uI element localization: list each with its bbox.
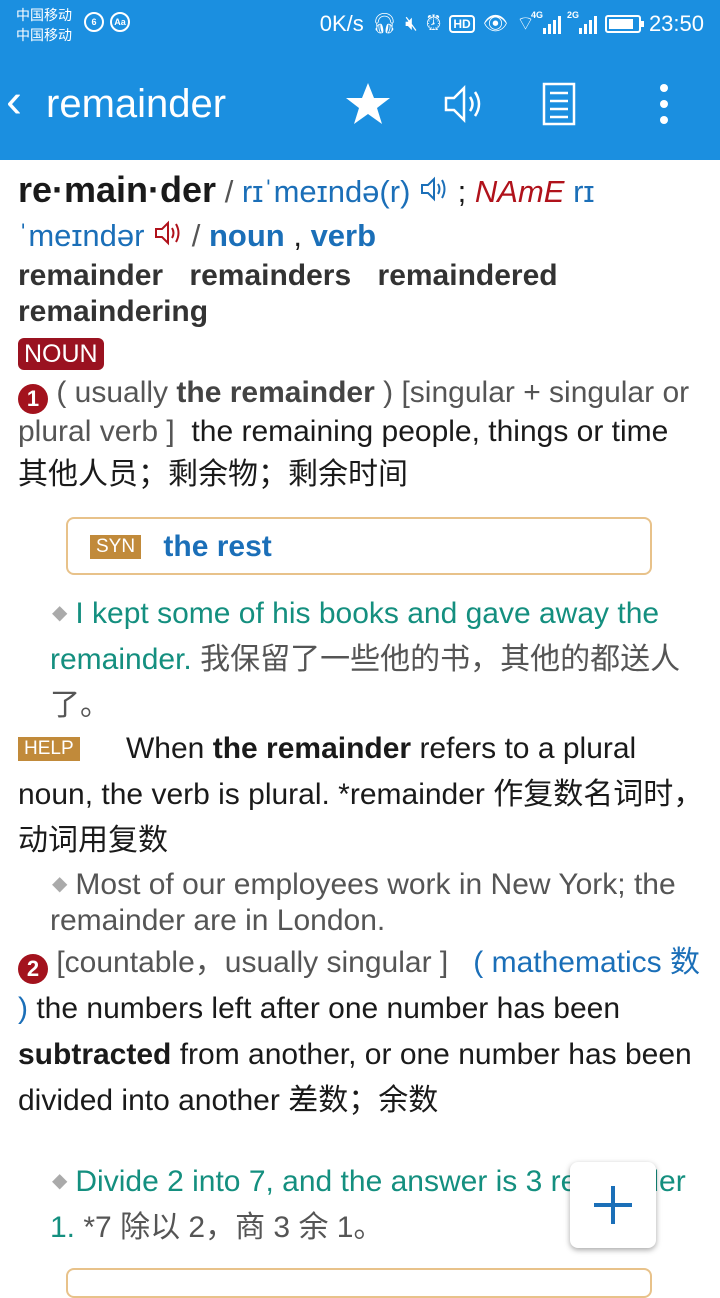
app-bar: 中国移动 中国移动 6 Aa 0K/s 🎧︎ 🔇︎ ⏰︎ HD 👁︎ ⌔ 4G … [0, 0, 720, 160]
add-button[interactable] [570, 1162, 656, 1248]
hd-icon: HD [449, 15, 475, 33]
pos-verb-link[interactable]: verb [311, 218, 376, 253]
am-pronunciation-b: ˈmeɪndər [18, 218, 145, 253]
more-menu-icon[interactable] [640, 80, 688, 128]
word-form: remainder [18, 259, 164, 292]
word-form: remainders [189, 259, 352, 292]
headphones-icon: 🎧︎ [371, 13, 398, 35]
word-form: remaindering [18, 295, 209, 328]
help-tag: HELP [18, 737, 80, 761]
next-box [66, 1268, 652, 1298]
entry-header: re·main·der / rɪˈmeɪndə(r) ; NAmE rɪ ˈme… [18, 169, 595, 253]
help-note: HELP When the remainder refers to a plur… [18, 732, 704, 857]
toolbar: ‹ remainder [0, 60, 720, 150]
sense-number: 2 [18, 954, 48, 984]
sense-number: 1 [18, 384, 48, 414]
status-bar: 中国移动 中国移动 6 Aa 0K/s 🎧︎ 🔇︎ ⏰︎ HD 👁︎ ⌔ 4G … [0, 0, 720, 52]
status-right: 0K/s 🎧︎ 🔇︎ ⏰︎ HD 👁︎ ⌔ 4G 2G 23:50 [320, 10, 704, 38]
page-title: remainder [46, 82, 227, 126]
diamond-icon: ◆ [52, 602, 68, 624]
headword: re·main·der [18, 169, 217, 210]
carrier-labels: 中国移动 中国移动 [16, 5, 72, 45]
carrier-2: 中国移动 [16, 27, 72, 43]
back-icon[interactable]: ‹ [6, 78, 22, 126]
synonym-box: SYN the rest [66, 517, 652, 575]
battery-icon [604, 15, 644, 33]
signal-2g-icon: 2G [567, 10, 597, 34]
mute-icon: 🔇︎ [405, 13, 418, 35]
notebook-icon[interactable] [536, 80, 584, 128]
syn-tag: SYN [90, 535, 142, 559]
sense-2: 2 [countable，usually singular ] ( mathem… [18, 946, 700, 1117]
synonym-link[interactable]: the rest [163, 530, 271, 563]
word-form: remaindered [377, 259, 558, 292]
net-speed: 0K/s [319, 11, 364, 36]
br-audio-icon[interactable] [419, 174, 449, 204]
clock: 23:50 [648, 11, 704, 36]
am-pronunciation-a: rɪ [573, 174, 595, 209]
pos-badge: NOUN [18, 338, 104, 370]
sense-1-header: 1 ( usually the remainder ) [singular + … [18, 376, 690, 448]
sync-icon: 6 [84, 12, 104, 32]
diamond-icon: ◆ [52, 1170, 68, 1192]
alarm-icon: ⏰︎ [425, 13, 442, 35]
eye-icon: 👁︎ [482, 13, 509, 35]
br-pronunciation: rɪˈmeɪndə(r) [241, 174, 411, 209]
word-forms: remainder remainders remaindered remaind… [18, 258, 704, 330]
am-audio-icon[interactable] [153, 218, 183, 248]
notification-icons: 6 Aa [84, 12, 130, 32]
example-help: ◆ Most of our employees work in New York;… [50, 868, 676, 937]
favorite-star-icon[interactable] [344, 80, 392, 128]
accessibility-icon: Aa [110, 12, 130, 32]
name-label: NAmE [474, 174, 565, 209]
carrier-1: 中国移动 [16, 7, 72, 23]
signal-4g-icon: 4G [531, 10, 561, 34]
definition: the remaining people, things or time [191, 415, 669, 448]
diamond-icon: ◆ [52, 873, 68, 895]
pos-noun-link[interactable]: noun [209, 218, 285, 253]
grammar-label: [countable，usually singular ] [56, 946, 449, 979]
speaker-icon[interactable] [440, 80, 488, 128]
definition-translation: 其他人员；剩余物；剩余时间 [18, 458, 408, 491]
example-1: ◆ I kept some of his books and gave away … [50, 597, 681, 722]
